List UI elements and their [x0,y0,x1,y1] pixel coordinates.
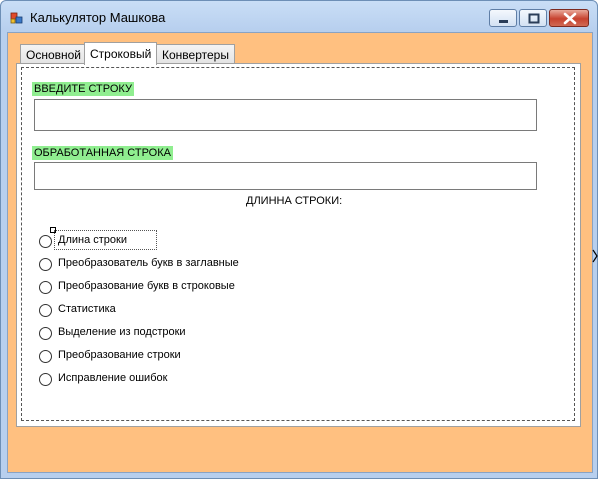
resize-cursor-icon [592,249,598,263]
app-window: Калькулятор Машкова Основной Строковый К… [0,0,598,479]
input-label: ВВЕДИТЕ СТРОКУ [32,82,134,96]
radio-label: Длина строки [58,234,127,246]
maximize-icon [528,13,540,24]
tab-string[interactable]: Строковый [84,42,158,65]
radio-label: Преобразование строки [58,349,181,361]
tab-main[interactable]: Основной [20,44,88,63]
output-string-field[interactable] [34,162,537,190]
minimize-icon [499,20,508,23]
string-group-box: ВВЕДИТЕ СТРОКУ ОБРАБОТАННАЯ СТРОКА ДЛИНН… [21,67,575,421]
tab-panel-string: ВВЕДИТЕ СТРОКУ ОБРАБОТАННАЯ СТРОКА ДЛИНН… [16,63,581,427]
radio-button[interactable] [39,373,52,386]
minimize-button[interactable] [489,9,517,27]
tab-converters[interactable]: Конвертеры [156,44,235,63]
radio-button[interactable] [39,258,52,271]
radio-button[interactable] [39,281,52,294]
close-button[interactable] [549,9,589,27]
radio-button[interactable] [39,350,52,363]
radio-label: Выделение из подстроки [58,326,186,338]
length-label: ДЛИННА СТРОКИ: [246,195,343,207]
app-icon [10,12,23,24]
input-string-field[interactable] [34,99,537,131]
radio-button[interactable] [39,327,52,340]
maximize-button[interactable] [519,9,547,27]
client-area: Основной Строковый Конвертеры ВВЕДИТЕ СТ… [7,32,593,473]
title-bar[interactable]: Калькулятор Машкова [1,1,597,33]
radio-label: Исправление ошибок [58,372,168,384]
radio-button[interactable] [39,235,52,248]
radio-label: Статистика [58,303,116,315]
radio-label: Преобразование букв в строковые [58,280,235,292]
output-label: ОБРАБОТАННАЯ СТРОКА [32,146,173,160]
window-title: Калькулятор Машкова [30,10,166,25]
close-icon [563,12,577,25]
radio-button[interactable] [39,304,52,317]
radio-label: Преобразователь букв в заглавные [58,257,239,269]
